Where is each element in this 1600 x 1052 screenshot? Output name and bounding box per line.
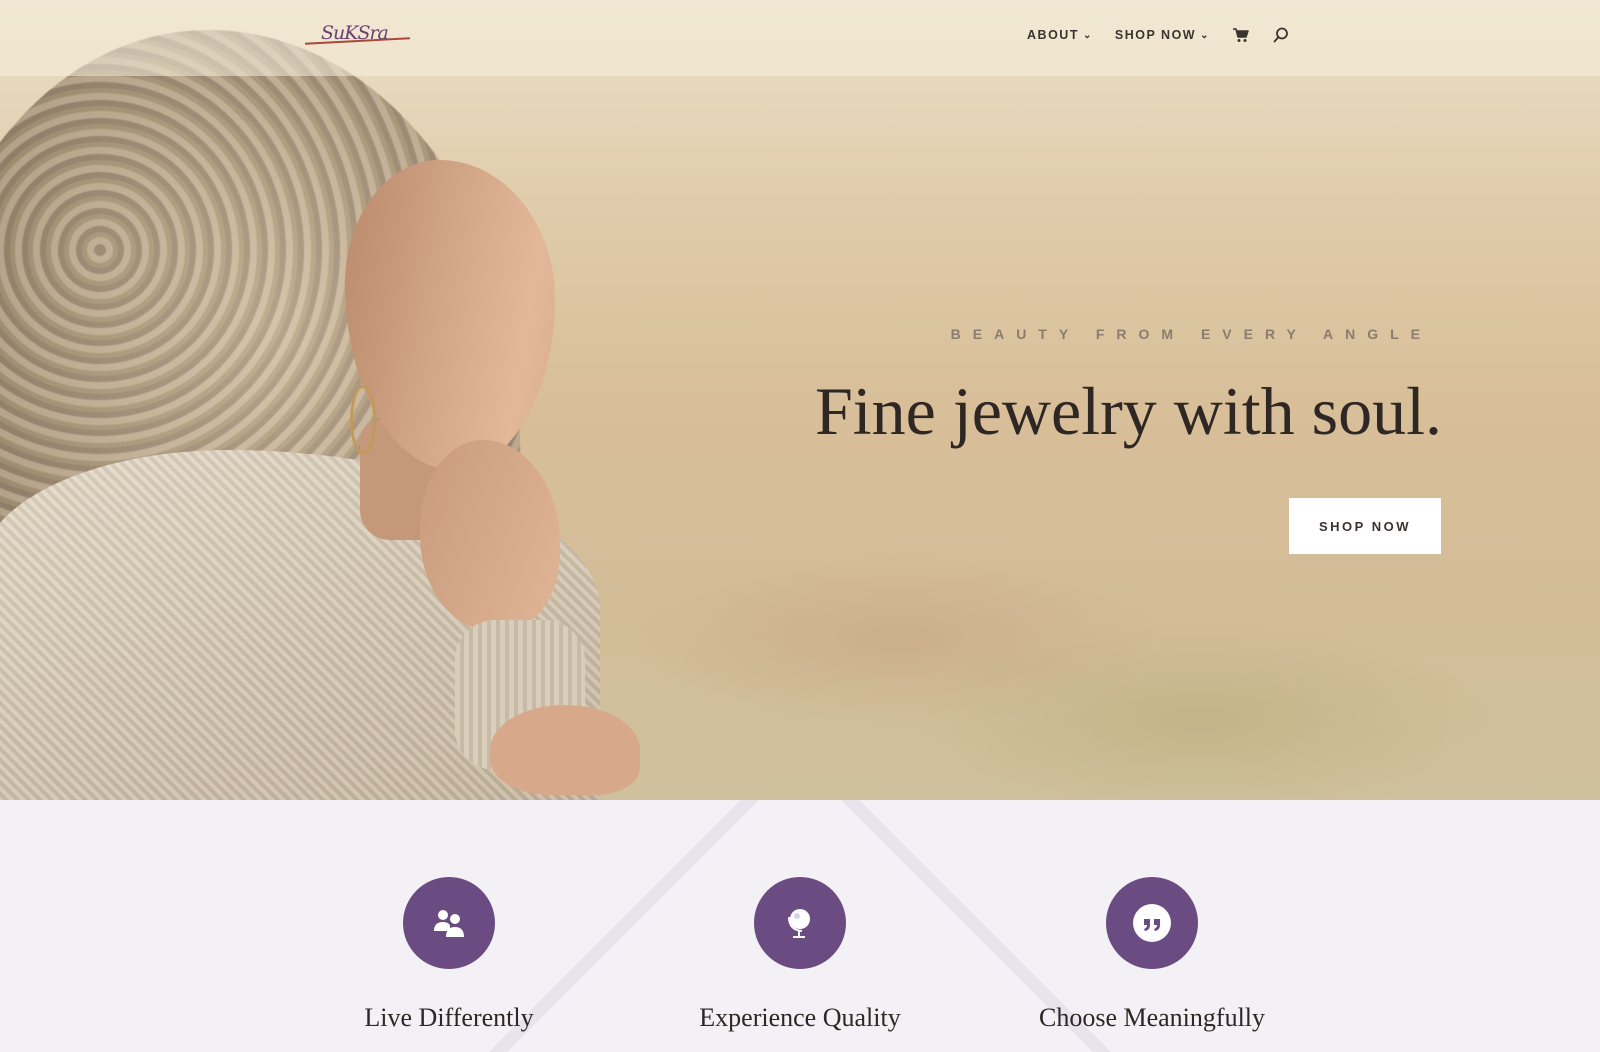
site-logo[interactable]: SuKSra bbox=[305, 20, 415, 50]
hero-section: BEAUTY FROM EVERY ANGLE Fine jewelry wit… bbox=[0, 0, 1600, 800]
hero-portrait-image bbox=[0, 0, 680, 800]
site-header: SuKSra ABOUT ⌄ SHOP NOW ⌄ bbox=[0, 0, 1600, 76]
globe-icon bbox=[754, 877, 846, 969]
main-nav: ABOUT ⌄ SHOP NOW ⌄ bbox=[1027, 26, 1290, 44]
hero-eyebrow: BEAUTY FROM EVERY ANGLE bbox=[950, 326, 1432, 342]
quote-icon bbox=[1106, 877, 1198, 969]
feature-title: Choose Meaningfully bbox=[1038, 1003, 1266, 1032]
feature-experience-quality: Experience Quality bbox=[670, 877, 930, 1033]
hero-shop-now-button[interactable]: SHOP NOW bbox=[1289, 498, 1441, 554]
people-icon bbox=[403, 877, 495, 969]
nav-shop-label: SHOP NOW bbox=[1114, 28, 1197, 42]
hero-headline: Fine jewelry with soul. bbox=[814, 373, 1442, 449]
chevron-down-icon: ⌄ bbox=[1082, 29, 1093, 41]
nav-about[interactable]: ABOUT ⌄ bbox=[1027, 28, 1093, 42]
nav-shop-now[interactable]: SHOP NOW ⌄ bbox=[1115, 28, 1210, 42]
features-section: Live Differently Experience Quality Choo… bbox=[0, 800, 1600, 1052]
feature-title: Experience Quality bbox=[699, 1003, 901, 1032]
nav-about-label: ABOUT bbox=[1027, 28, 1079, 42]
feature-title: Live Differently bbox=[364, 1003, 534, 1032]
logo-text: SuKSra bbox=[321, 22, 389, 44]
feature-live-differently: Live Differently bbox=[319, 877, 579, 1033]
chevron-down-icon: ⌄ bbox=[1200, 29, 1210, 41]
search-icon[interactable] bbox=[1272, 26, 1290, 44]
feature-choose-meaningfully: Choose Meaningfully bbox=[1022, 877, 1282, 1033]
cart-icon[interactable] bbox=[1232, 26, 1250, 44]
